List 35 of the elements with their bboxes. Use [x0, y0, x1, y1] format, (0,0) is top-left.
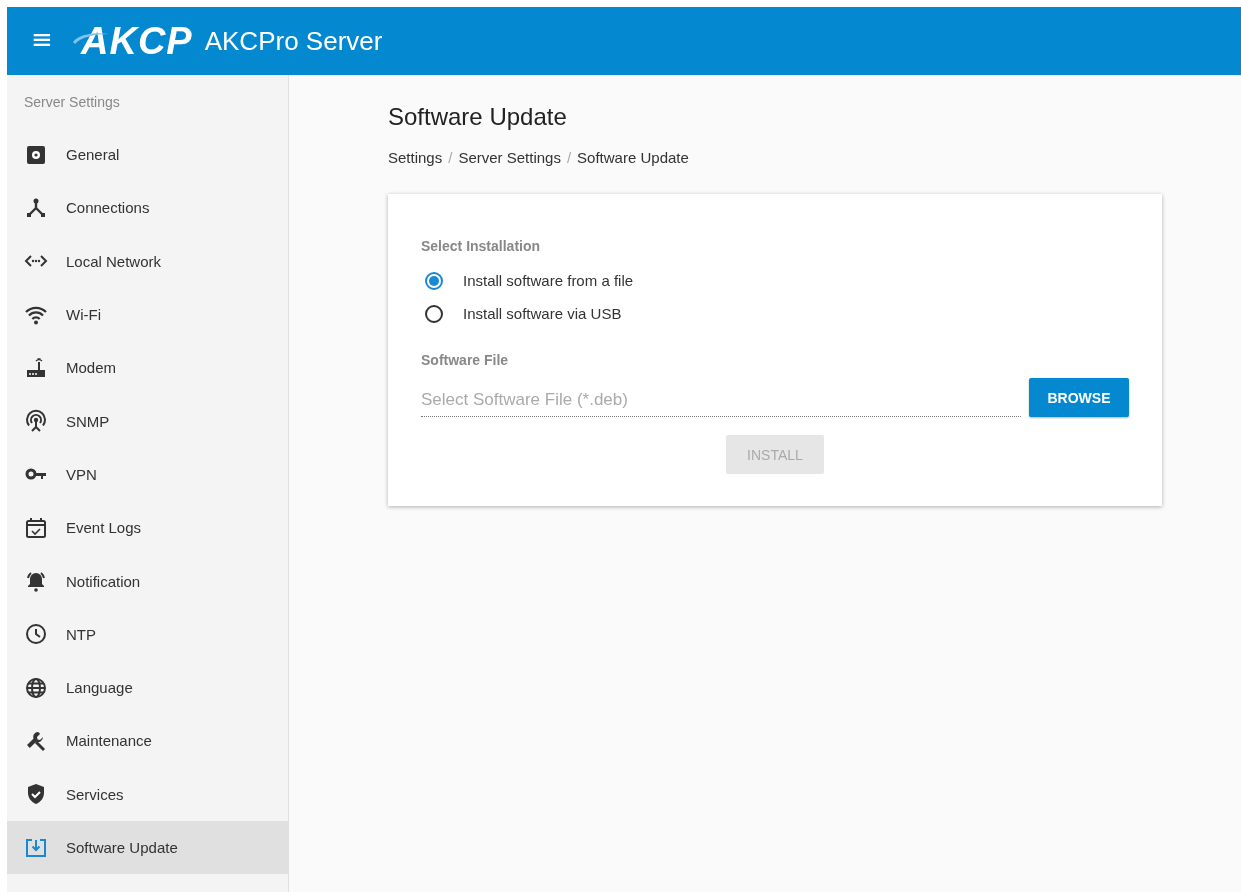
- sidebar-item[interactable]: Connections: [7, 181, 288, 235]
- clock-icon: [24, 622, 48, 647]
- section-label: Select Installation: [421, 238, 542, 254]
- sidebar-item[interactable]: NTP: [7, 607, 288, 661]
- page-title: Software Update: [388, 103, 568, 131]
- globe-icon: [24, 675, 48, 700]
- section-label: Software File: [421, 352, 510, 368]
- sidebar-heading: Server Settings: [23, 93, 121, 112]
- browse-button[interactable]: BROWSE: [1029, 378, 1129, 417]
- radio-label[interactable]: Install software via USB: [463, 305, 622, 322]
- bell-icon: [24, 569, 48, 593]
- breadcrumb-link[interactable]: Server Settings: [458, 149, 561, 166]
- radio-button[interactable]: [425, 304, 443, 323]
- sidebar-item[interactable]: Services: [7, 767, 288, 821]
- breadcrumb-separator: /: [566, 149, 572, 166]
- sidebar-item[interactable]: General: [7, 128, 288, 182]
- sidebar-item[interactable]: Wi-Fi: [7, 287, 288, 342]
- sidebar-item[interactable]: Language: [7, 660, 288, 715]
- sidebar-item[interactable]: VPN: [7, 447, 288, 502]
- radio-button[interactable]: [425, 271, 443, 290]
- sidebar-item[interactable]: Software Update: [7, 820, 288, 875]
- sidebar-item[interactable]: Maintenance: [7, 714, 288, 768]
- file-field[interactable]: Select Software File (*.deb): [421, 384, 1021, 417]
- router-icon: [24, 355, 48, 380]
- radio-label[interactable]: Install software from a file: [463, 272, 634, 289]
- sidebar-item[interactable]: Modem: [7, 341, 288, 395]
- sidebar-item[interactable]: SNMP: [7, 394, 288, 448]
- sidebar-item[interactable]: Event Logs: [7, 501, 288, 555]
- sidebar-item[interactable]: Local Network: [7, 234, 288, 288]
- breadcrumb-link[interactable]: Settings: [388, 149, 443, 166]
- app-title: AKCPro Server: [204, 25, 383, 57]
- sidebar-item[interactable]: Notification: [7, 554, 288, 608]
- antenna-icon: [24, 409, 48, 434]
- calendar-check-icon: [24, 515, 48, 540]
- breadcrumb-separator: /: [448, 149, 453, 166]
